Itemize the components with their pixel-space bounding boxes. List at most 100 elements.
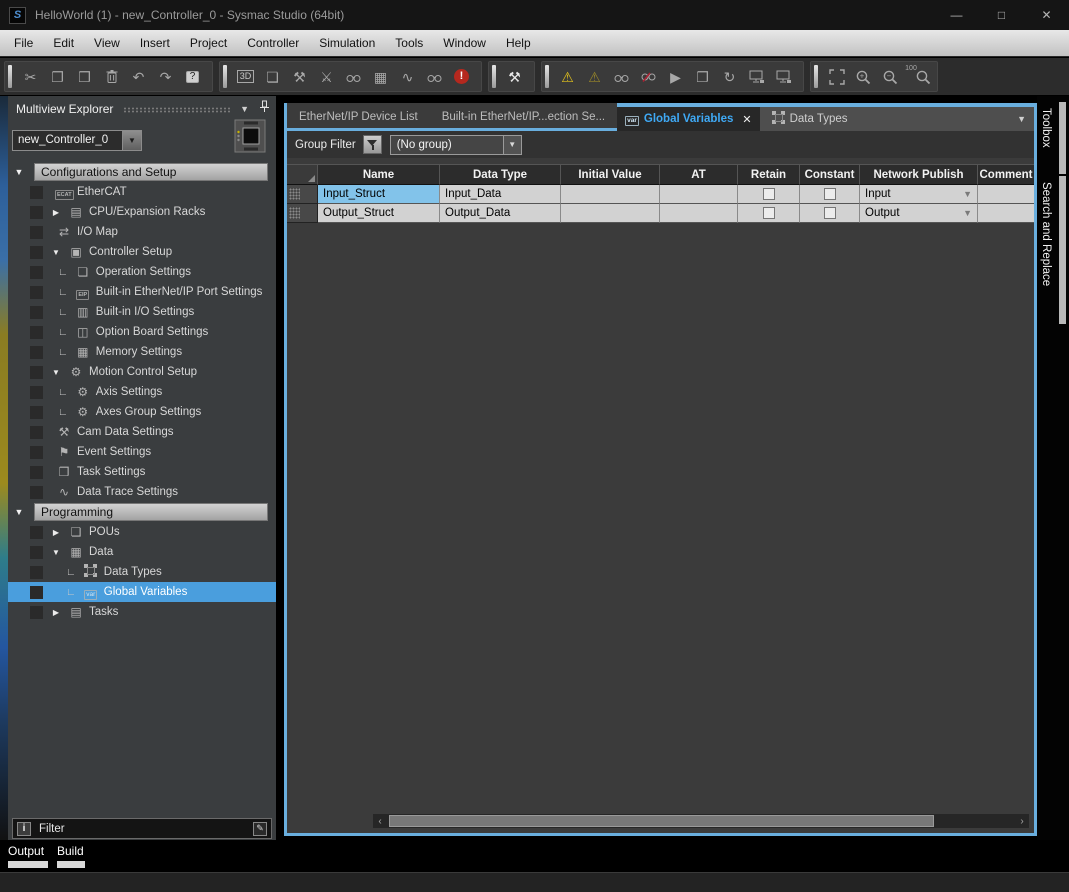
- column-header-data-type[interactable]: Data Type: [440, 164, 561, 185]
- minimize-button[interactable]: —: [934, 0, 979, 30]
- tree-item-i-o-map[interactable]: ⇄I/O Map: [8, 222, 276, 242]
- column-header-constant[interactable]: Constant: [800, 164, 860, 185]
- retain-checkbox[interactable]: [763, 207, 775, 219]
- chevron-down-icon[interactable]: ▼: [963, 189, 972, 199]
- panel-tab-toolbox[interactable]: Toolbox: [1037, 102, 1069, 174]
- row-handle[interactable]: [287, 204, 318, 223]
- toolbar-grip[interactable]: [223, 65, 227, 88]
- at-cell[interactable]: [660, 204, 738, 223]
- monitor-glasses-icon[interactable]: [608, 64, 635, 89]
- tree-item-operation-settings[interactable]: ∟❏Operation Settings: [8, 262, 276, 282]
- tree-item-option-board-settings[interactable]: ∟◫Option Board Settings: [8, 322, 276, 342]
- comment-cell[interactable]: [978, 185, 1034, 204]
- column-header-retain[interactable]: Retain: [738, 164, 800, 185]
- delete-icon[interactable]: [98, 64, 125, 89]
- paste-icon[interactable]: ❒: [71, 64, 98, 89]
- zoom-out-icon[interactable]: −: [877, 64, 904, 89]
- initial-value-cell[interactable]: [561, 204, 660, 223]
- menu-edit[interactable]: Edit: [43, 30, 84, 57]
- network-publish-select[interactable]: Input▼: [860, 185, 978, 204]
- tree-item-tasks[interactable]: ▶▤Tasks: [8, 602, 276, 622]
- fit-zoom-icon[interactable]: [823, 64, 850, 89]
- scrollbar-thumb[interactable]: [389, 815, 934, 827]
- menu-window[interactable]: Window: [433, 30, 496, 57]
- rebuild-icon[interactable]: ⚔: [313, 64, 340, 89]
- tree-item-built-in-ethernet-ip-port-settings[interactable]: ∟EIPBuilt-in EtherNet/IP Port Settings: [8, 282, 276, 302]
- data-type-cell[interactable]: Output_Data: [440, 204, 561, 223]
- watch-table-icon[interactable]: ▦: [367, 64, 394, 89]
- chevron-down-icon[interactable]: ▼: [963, 208, 972, 218]
- close-button[interactable]: ✕: [1024, 0, 1069, 30]
- warning-enabled-icon[interactable]: ⚠: [554, 64, 581, 89]
- zoom-in-icon[interactable]: +: [850, 64, 877, 89]
- tree-item-data-trace-settings[interactable]: ∿Data Trace Settings: [8, 482, 276, 502]
- column-header-initial-value[interactable]: Initial Value: [561, 164, 660, 185]
- scroll-left-icon[interactable]: ‹: [373, 814, 387, 828]
- tree-item-memory-settings[interactable]: ∟▦Memory Settings: [8, 342, 276, 362]
- chevron-down-icon[interactable]: ▼: [503, 136, 521, 154]
- constant-cell[interactable]: [800, 204, 860, 223]
- cut-icon[interactable]: ✂: [17, 64, 44, 89]
- bottom-tab-output[interactable]: Output: [8, 844, 44, 858]
- constant-checkbox[interactable]: [824, 188, 836, 200]
- watch-window-icon[interactable]: [340, 64, 367, 89]
- toolbar-grip[interactable]: [545, 65, 549, 88]
- tree-item-axis-settings[interactable]: ∟⚙Axis Settings: [8, 382, 276, 402]
- controller-selector[interactable]: new_Controller_0 ▼: [12, 130, 142, 151]
- tree-item-ethercat[interactable]: ECATEtherCAT: [8, 182, 276, 202]
- filter-funnel-icon[interactable]: [363, 135, 382, 154]
- toolbar-grip[interactable]: [814, 65, 818, 88]
- tab-built-in-ethernet-ip-ection-se[interactable]: Built-in EtherNet/IP...ection Se...: [430, 103, 617, 131]
- retain-cell[interactable]: [738, 185, 800, 204]
- zoom-100-icon[interactable]: 100: [904, 64, 931, 89]
- tree-item-cam-data-settings[interactable]: ⚒Cam Data Settings: [8, 422, 276, 442]
- menu-controller[interactable]: Controller: [237, 30, 309, 57]
- tree-item-controller-setup[interactable]: ▼▣Controller Setup: [8, 242, 276, 262]
- monitor-off-icon[interactable]: [635, 64, 662, 89]
- expand-arrow-icon[interactable]: ▼: [12, 167, 26, 177]
- compare-icon[interactable]: ❐: [689, 64, 716, 89]
- edit-filter-icon[interactable]: ✎: [253, 822, 267, 836]
- network-publish-select[interactable]: Output▼: [860, 204, 978, 223]
- menu-tools[interactable]: Tools: [385, 30, 433, 57]
- name-cell[interactable]: Input_Struct: [318, 185, 440, 204]
- search-icon[interactable]: [421, 64, 448, 89]
- row-handle[interactable]: [287, 185, 318, 204]
- at-cell[interactable]: [660, 185, 738, 204]
- copy-icon[interactable]: ❐: [44, 64, 71, 89]
- tab-global-variables[interactable]: varGlobal Variables✕: [617, 107, 759, 131]
- tree-section-configurations-and-setup[interactable]: ▼Configurations and Setup: [8, 162, 276, 182]
- help-icon[interactable]: ?: [179, 64, 206, 89]
- tab-data-types[interactable]: Data Types: [760, 107, 860, 131]
- 3d-view-icon[interactable]: 3D: [232, 64, 259, 89]
- data-type-cell[interactable]: Input_Data: [440, 185, 561, 204]
- tab-ethernet-ip-device-list[interactable]: EtherNet/IP Device List: [287, 103, 430, 131]
- tree-item-global-variables[interactable]: ∟varGlobal Variables: [8, 582, 276, 602]
- tree-item-event-settings[interactable]: ⚑Event Settings: [8, 442, 276, 462]
- tree-section-programming[interactable]: ▼Programming: [8, 502, 276, 522]
- transfer-to-controller-icon[interactable]: [743, 64, 770, 89]
- expand-arrow-icon[interactable]: ▼: [12, 507, 26, 517]
- constant-cell[interactable]: [800, 185, 860, 204]
- tree-item-pous[interactable]: ▶❏POUs: [8, 522, 276, 542]
- name-cell[interactable]: Output_Struct: [318, 204, 440, 223]
- column-header-network-publish[interactable]: Network Publish: [860, 164, 978, 185]
- setup-tool-icon[interactable]: ⚒: [501, 64, 528, 89]
- tree-item-data-types[interactable]: ∟Data Types: [8, 562, 276, 582]
- column-header-name[interactable]: Name: [318, 164, 440, 185]
- bottom-tab-build[interactable]: Build: [57, 844, 84, 858]
- expand-arrow-icon[interactable]: ▼: [49, 248, 63, 257]
- toolbar-grip[interactable]: [8, 65, 12, 88]
- maximize-button[interactable]: □: [979, 0, 1024, 30]
- menu-file[interactable]: File: [4, 30, 43, 57]
- menu-project[interactable]: Project: [180, 30, 237, 57]
- initial-value-cell[interactable]: [561, 185, 660, 204]
- column-header-comment[interactable]: Comment: [978, 164, 1034, 185]
- panel-tab-search-and-replace[interactable]: Search and Replace: [1037, 176, 1069, 324]
- horizontal-scrollbar[interactable]: ‹ ›: [373, 814, 1029, 828]
- redo-icon[interactable]: ↷: [152, 64, 179, 89]
- table-corner-cell[interactable]: [287, 164, 318, 185]
- menu-help[interactable]: Help: [496, 30, 541, 57]
- error-list-icon[interactable]: !: [448, 64, 475, 89]
- tree-item-cpu-expansion-racks[interactable]: ▶▤CPU/Expansion Racks: [8, 202, 276, 222]
